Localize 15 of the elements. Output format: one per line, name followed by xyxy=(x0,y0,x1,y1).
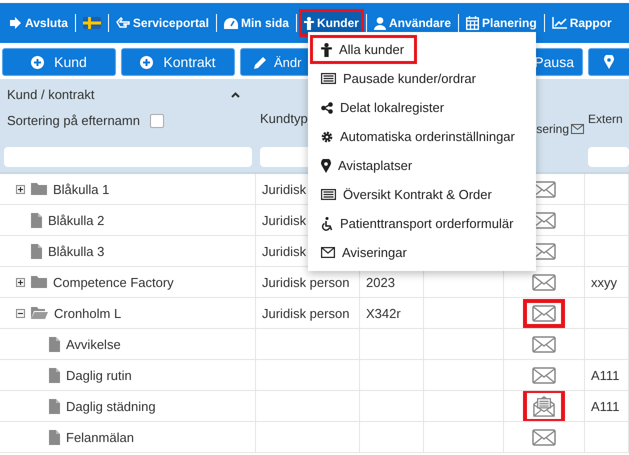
external-id: A111 xyxy=(591,398,620,414)
external-id: A111 xyxy=(591,368,620,382)
customer-type: Juridisk xyxy=(262,244,306,258)
column-title: Kundtyp xyxy=(260,111,308,126)
column-title: Extern xyxy=(588,112,623,126)
customer-type: Juridisk person xyxy=(262,274,350,290)
customer-type: Juridisk xyxy=(262,182,306,196)
column-title: Kund / kontrakt xyxy=(7,87,94,102)
customer-type: Juridisk xyxy=(262,212,306,228)
customer-type: Juridisk person xyxy=(262,306,350,320)
sort-label: Sortering på efternamn xyxy=(7,113,140,128)
external-id: xxyy xyxy=(591,274,617,290)
customer-number: X342r xyxy=(366,306,401,320)
column-title: sering xyxy=(536,122,569,136)
customer-number: 2023 xyxy=(366,274,395,290)
